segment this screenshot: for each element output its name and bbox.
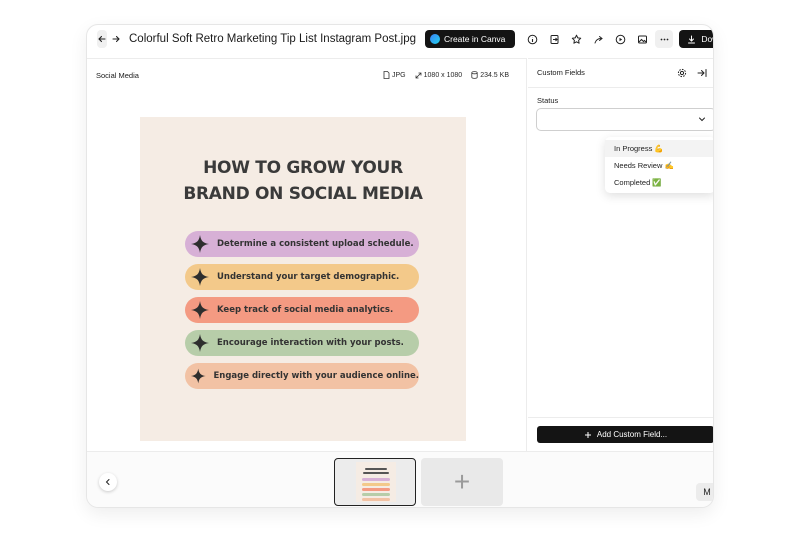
custom-fields-panel: Custom Fields Status In Progress 💪 Needs… [528,58,713,451]
play-button[interactable] [611,30,629,48]
add-custom-field-button[interactable]: Add Custom Field... [537,426,713,443]
app-window: Colorful Soft Retro Marketing Tip List I… [86,24,714,508]
arrow-right-icon [112,35,120,43]
database-icon [471,71,478,79]
tip-text: Understand your target demographic. [217,272,400,282]
download-icon [688,35,696,43]
sparkle-icon [191,235,209,253]
more-icon [660,38,669,40]
top-bar: Colorful Soft Retro Marketing Tip List I… [87,25,713,53]
resize-icon [415,72,422,78]
info-button[interactable] [523,30,541,48]
file-size: 234.5 KB [471,71,509,79]
poster-title-line-1: HOW TO GROW YOUR [203,158,403,178]
sparkle-icon [191,334,209,352]
thumb-tip [362,493,390,496]
thumbnail-image [356,462,396,502]
file-dimensions: 1080 x 1080 [415,71,463,79]
collapse-right-icon [697,69,707,77]
preview-area: Social Media JPG 1080 x 1080 234.5 KB HO… [87,58,527,451]
file-dimensions-label: 1080 x 1080 [423,71,463,79]
tip-pill: Encourage interaction with your posts. [185,330,419,356]
panel-title: Custom Fields [537,68,585,77]
image-button[interactable] [633,30,651,48]
tip-text: Keep track of social media analytics. [217,305,394,315]
filmstrip-prev-button[interactable] [99,473,117,491]
status-select[interactable] [536,108,713,131]
panel-tools [675,66,709,80]
favorite-button[interactable] [567,30,585,48]
folder-name[interactable]: Social Media [96,71,139,80]
arrow-left-icon [98,35,106,43]
forward-button[interactable] [111,30,121,48]
thumb-title [363,472,389,474]
thumbnail-selected[interactable] [334,458,416,506]
thumb-tip [362,498,390,501]
back-button[interactable] [97,30,107,48]
tip-pill: Understand your target demographic. [185,264,419,290]
tip-text: Determine a consistent upload schedule. [217,239,414,249]
tip-text: Encourage interaction with your posts. [217,338,404,348]
file-type: JPG [383,71,406,79]
create-in-canva-button[interactable]: Create in Canva [424,30,516,48]
sparkle-icon [190,368,206,384]
file-size-label: 234.5 KB [480,71,509,79]
tip-pill: Engage directly with your audience onlin… [185,363,419,389]
chevron-left-icon [105,479,110,485]
star-icon [571,34,582,44]
add-custom-field-label: Add Custom Field... [596,430,668,439]
tip-pill: Keep track of social media analytics. [185,297,419,323]
filmstrip: + M [87,451,713,507]
export-icon [550,34,559,44]
poster-title-line-2: BRAND ON SOCIAL MEDIA [183,184,423,204]
download-label: Download [701,34,713,44]
status-label: Status [537,96,559,105]
thumb-tip [362,488,390,491]
sparkle-icon [191,301,209,319]
share-icon [594,35,603,43]
info-icon [527,34,538,44]
sparkle-icon [191,268,209,286]
plus-icon [584,431,591,438]
file-title: Colorful Soft Retro Marketing Tip List I… [129,33,416,45]
poster-image: HOW TO GROW YOUR BRAND ON SOCIAL MEDIA D… [140,117,466,441]
file-type-label: JPG [392,71,406,79]
export-button[interactable] [545,30,563,48]
download-button[interactable]: Download [679,30,713,48]
canva-logo-icon [429,34,440,44]
status-option-completed[interactable]: Completed ✅ [605,174,713,191]
toolbar [523,30,674,48]
divider [528,417,713,418]
more-button[interactable] [655,30,674,48]
image-icon [637,35,647,43]
add-page-button[interactable]: + [421,458,503,506]
corner-button[interactable]: M [696,483,713,501]
status-option-in-progress[interactable]: In Progress 💪 [605,140,713,157]
settings-button[interactable] [675,66,689,80]
status-option-needs-review[interactable]: Needs Review ✍️ [605,157,713,174]
thumb-tip [362,483,390,486]
chevron-down-icon [699,117,705,122]
tip-text: Engage directly with your audience onlin… [213,371,419,381]
divider [528,87,713,88]
file-meta: JPG 1080 x 1080 234.5 KB [383,71,509,79]
file-icon [383,71,390,79]
collapse-panel-button[interactable] [695,66,709,80]
status-dropdown: In Progress 💪 Needs Review ✍️ Completed … [605,137,713,193]
create-in-canva-label: Create in Canva [443,34,506,44]
gear-icon [677,68,687,78]
thumb-title [365,468,387,470]
share-button[interactable] [589,30,607,48]
play-icon [615,34,626,44]
tip-pill: Determine a consistent upload schedule. [185,231,419,257]
thumb-tip [362,478,390,481]
